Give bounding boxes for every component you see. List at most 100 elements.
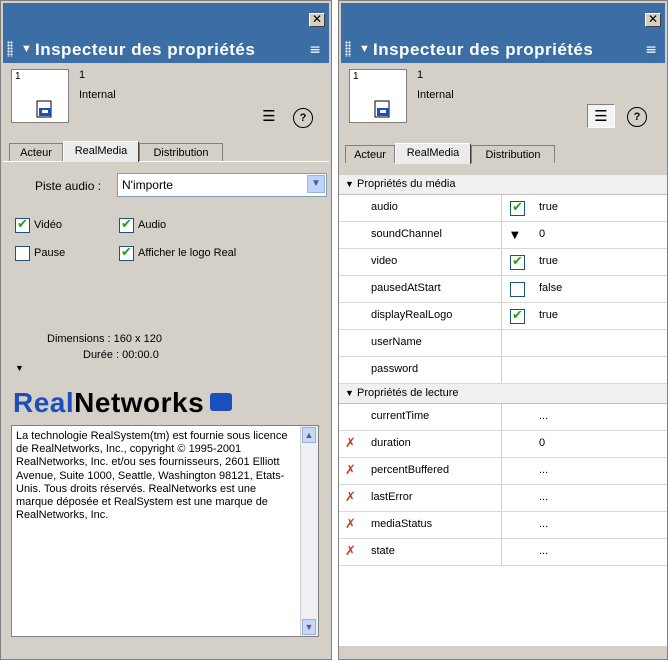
member-type: Internal (79, 89, 116, 101)
prop-row-audio[interactable]: audio ✔ true (339, 195, 667, 222)
prop-row-state[interactable]: ✗ state ... (339, 539, 667, 566)
prop-value: 0 (539, 437, 546, 449)
prop-name: duration (371, 437, 411, 449)
prop-value: true (539, 201, 558, 213)
close-button[interactable]: ✕ (309, 13, 325, 27)
video-checkbox[interactable]: ✔ (510, 254, 525, 270)
check-icon: ✔ (512, 200, 523, 215)
title-bar: ✕ (341, 3, 665, 37)
list-view-icon[interactable]: ☰ (257, 105, 281, 127)
tab-distribution[interactable]: Distribution (471, 145, 555, 163)
prop-value: true (539, 309, 558, 321)
options-menu-icon[interactable]: ≡ (645, 42, 657, 58)
prop-name: audio (371, 201, 398, 213)
section-media-properties[interactable]: ▼ Propriétés du média (339, 175, 667, 195)
prop-value: true (539, 255, 558, 267)
scroll-up-icon[interactable]: ▲ (302, 427, 316, 443)
prop-row-lasterror[interactable]: ✗ lastError ... (339, 485, 667, 512)
prop-value: ... (539, 545, 549, 557)
list-view-icon[interactable]: ☰ (587, 104, 615, 128)
help-button[interactable]: ? (627, 107, 647, 127)
duree-text: Durée : 00:00.0 (83, 349, 159, 361)
title-bar: ✕ (3, 3, 329, 37)
panel-header[interactable]: ▼ Inspecteur des propriétés ≡ (3, 37, 329, 63)
tab-realmedia[interactable]: RealMedia (63, 141, 139, 162)
thumbnail-number: 1 (15, 71, 21, 82)
collapse-arrow-icon[interactable]: ▼ (359, 43, 370, 55)
realnetworks-logo: RealNetworks (13, 387, 233, 419)
prop-row-currenttime[interactable]: currentTime ... (339, 404, 667, 431)
section-title: Propriétés de lecture (357, 387, 459, 399)
video-checkbox[interactable]: ✔ (15, 217, 30, 233)
member-thumbnail: 1 (349, 69, 407, 123)
check-icon: ✔ (121, 217, 132, 232)
real-logo-label: Afficher le logo Real (138, 247, 237, 259)
help-button[interactable]: ? (293, 108, 313, 128)
prop-name: displayRealLogo (371, 309, 453, 321)
prop-row-soundchannel[interactable]: soundChannel ▼ 0 (339, 222, 667, 249)
prop-name: mediaStatus (371, 518, 433, 530)
audio-checkbox[interactable]: ✔ (510, 200, 525, 216)
prop-value: ... (539, 464, 549, 476)
piste-audio-value: N'importe (122, 178, 173, 192)
pause-checkbox[interactable] (15, 246, 30, 261)
realnetworks-mark-icon (210, 392, 233, 411)
displayreallogo-checkbox[interactable]: ✔ (510, 308, 525, 324)
tab-acteur[interactable]: Acteur (9, 143, 63, 161)
panel-title: Inspecteur des propriétés (35, 40, 256, 59)
prop-row-duration[interactable]: ✗ duration 0 (339, 431, 667, 458)
dropdown-arrow-icon[interactable]: ▼ (511, 230, 519, 241)
prop-name: video (371, 255, 398, 267)
vertical-scrollbar[interactable]: ▲ ▼ (300, 426, 318, 636)
property-list-empty-area (339, 566, 667, 646)
close-button[interactable]: ✕ (645, 13, 661, 27)
prop-row-username[interactable]: userName (339, 330, 667, 357)
property-inspector-right: ✕ ▼ Inspecteur des propriétés ≡ 1 1 Inte… (338, 0, 668, 660)
expander-arrow-icon[interactable]: ▼ (15, 363, 24, 373)
piste-audio-select[interactable]: N'importe ▼ (117, 173, 327, 197)
section-expand-icon[interactable]: ▼ (345, 179, 354, 189)
prop-value: 0 (539, 228, 546, 240)
prop-name: state (371, 545, 395, 557)
tab-bar: Acteur RealMedia Distribution (345, 143, 665, 164)
collapse-arrow-icon[interactable]: ▼ (21, 43, 32, 55)
prop-name: currentTime (371, 410, 430, 422)
prop-row-mediastatus[interactable]: ✗ mediaStatus ... (339, 512, 667, 539)
prop-row-password[interactable]: password (339, 357, 667, 384)
check-icon: ✔ (512, 254, 523, 269)
read-only-icon: ✗ (345, 517, 356, 532)
audio-label: Audio (138, 219, 167, 231)
tab-realmedia[interactable]: RealMedia (395, 143, 471, 164)
realmedia-icon (374, 100, 390, 118)
grip-icon[interactable] (345, 41, 351, 57)
prop-row-video[interactable]: video ✔ true (339, 249, 667, 276)
section-expand-icon[interactable]: ▼ (345, 388, 354, 398)
panel-header[interactable]: ▼ Inspecteur des propriétés ≡ (341, 37, 665, 63)
member-type: Internal (417, 89, 454, 101)
prop-name: pausedAtStart (371, 282, 441, 294)
dimensions-text: Dimensions : 160 x 120 (47, 333, 162, 345)
real-logo-checkbox[interactable]: ✔ (119, 245, 134, 261)
prop-row-displayreallogo[interactable]: displayRealLogo ✔ true (339, 303, 667, 330)
grip-icon[interactable] (7, 41, 13, 57)
prop-name: userName (371, 336, 422, 348)
prop-value: false (539, 282, 563, 294)
copyright-textbox[interactable]: La technologie RealSystem(tm) est fourni… (11, 425, 319, 637)
prop-row-percentbuffered[interactable]: ✗ percentBuffered ... (339, 458, 667, 485)
tab-acteur[interactable]: Acteur (345, 145, 395, 163)
pausedatstart-checkbox[interactable] (510, 282, 525, 297)
check-icon: ✔ (121, 245, 132, 260)
read-only-icon: ✗ (345, 436, 356, 451)
audio-checkbox[interactable]: ✔ (119, 217, 134, 233)
section-playback-properties[interactable]: ▼ Propriétés de lecture (339, 384, 667, 404)
scroll-down-icon[interactable]: ▼ (302, 619, 316, 635)
options-menu-icon[interactable]: ≡ (309, 42, 321, 58)
prop-value: ... (539, 518, 549, 530)
piste-audio-label: Piste audio : (35, 179, 102, 193)
property-inspector-left: ✕ ▼ Inspecteur des propriétés ≡ 1 1 Inte… (0, 0, 332, 660)
prop-row-pausedatstart[interactable]: pausedAtStart false (339, 276, 667, 303)
prop-name: soundChannel (371, 228, 442, 240)
check-icon: ✔ (17, 217, 28, 232)
chevron-down-icon[interactable]: ▼ (307, 175, 325, 193)
tab-distribution[interactable]: Distribution (139, 143, 223, 161)
